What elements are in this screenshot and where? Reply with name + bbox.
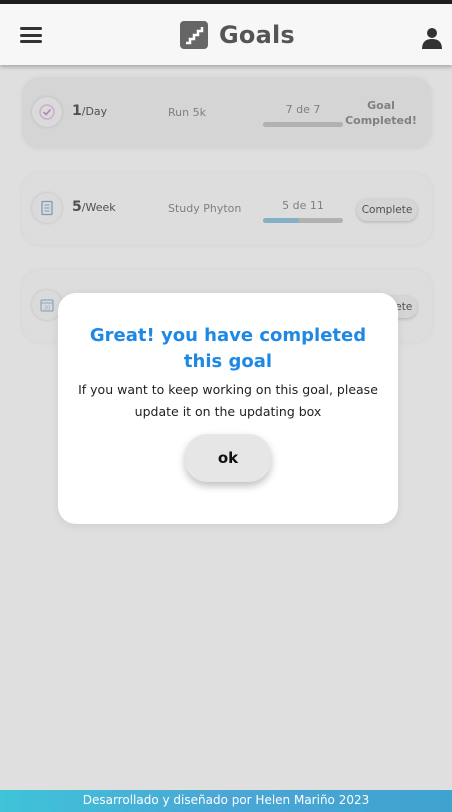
brand: Goals xyxy=(180,20,295,50)
user-icon[interactable] xyxy=(420,26,444,50)
footer: Desarrollado y diseñado por Helen Mariño… xyxy=(0,790,452,812)
stairs-icon xyxy=(180,21,208,49)
hamburger-menu-icon[interactable] xyxy=(20,27,42,43)
page-title: Goals xyxy=(219,21,295,49)
dialog-title: Great! you have completed this goal xyxy=(89,325,367,372)
ok-button[interactable]: ok xyxy=(185,434,271,482)
completion-dialog: Great! you have completed this goal If y… xyxy=(58,293,398,524)
app-header: Goals xyxy=(0,4,452,65)
dialog-message: If you want to keep working on this goal… xyxy=(78,382,378,419)
